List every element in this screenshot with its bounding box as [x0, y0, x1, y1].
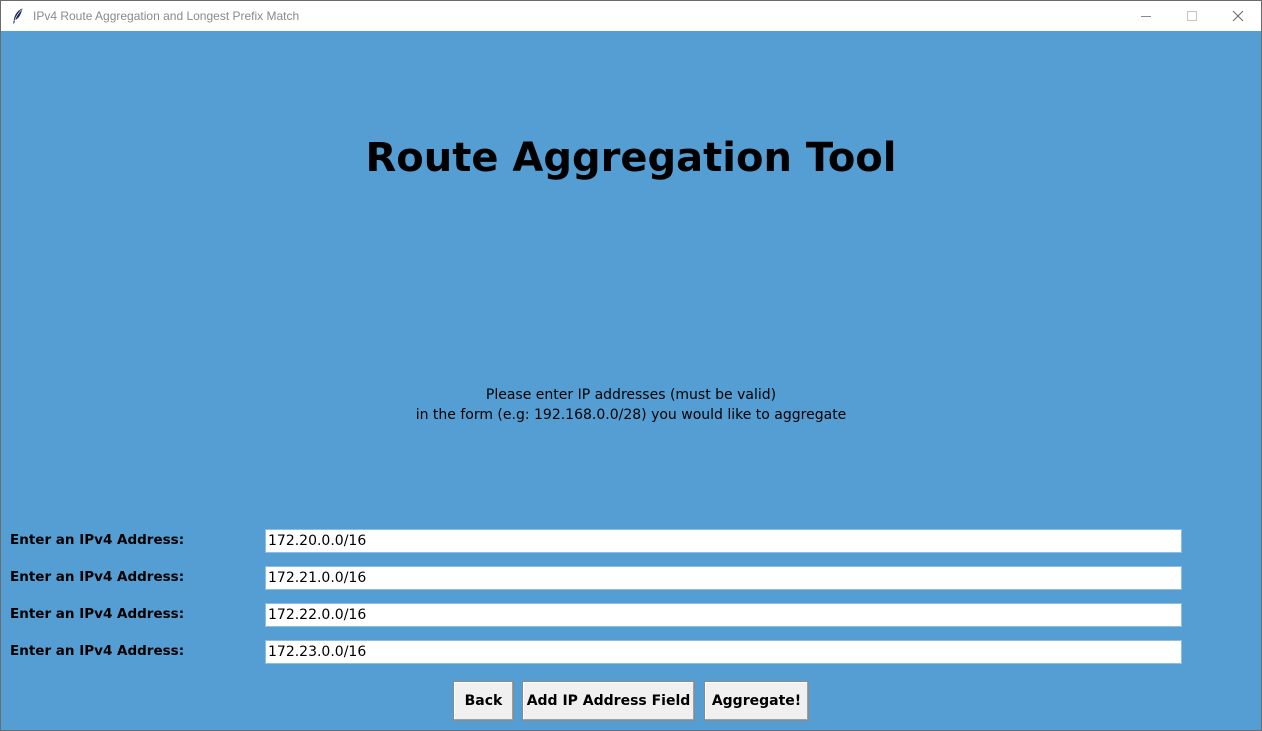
ip-address-label: Enter an IPv4 Address: — [10, 532, 185, 548]
window-controls — [1123, 1, 1261, 31]
add-ip-field-button[interactable]: Add IP Address Field — [522, 681, 695, 721]
minimize-icon — [1141, 16, 1151, 17]
ip-address-input[interactable] — [265, 566, 1182, 590]
ip-address-label: Enter an IPv4 Address: — [10, 643, 185, 659]
ip-address-label: Enter an IPv4 Address: — [10, 569, 185, 585]
ip-address-input[interactable] — [265, 603, 1182, 627]
title-bar[interactable]: IPv4 Route Aggregation and Longest Prefi… — [1, 1, 1261, 31]
close-icon — [1232, 10, 1244, 22]
window-title: IPv4 Route Aggregation and Longest Prefi… — [33, 9, 300, 23]
app-window: IPv4 Route Aggregation and Longest Prefi… — [0, 0, 1262, 731]
ip-address-row: Enter an IPv4 Address: — [1, 603, 1261, 627]
maximize-button[interactable] — [1169, 1, 1215, 31]
ip-address-row: Enter an IPv4 Address: — [1, 529, 1261, 553]
page-title: Route Aggregation Tool — [365, 135, 897, 181]
aggregate-button[interactable]: Aggregate! — [704, 681, 809, 721]
close-button[interactable] — [1215, 1, 1261, 31]
minimize-button[interactable] — [1123, 1, 1169, 31]
instructions-line-1: Please enter IP addresses (must be valid… — [485, 387, 777, 403]
instructions-text: Please enter IP addresses (must be valid… — [1, 385, 1261, 425]
ip-address-label: Enter an IPv4 Address: — [10, 606, 185, 622]
ip-address-row: Enter an IPv4 Address: — [1, 566, 1261, 590]
ip-address-input[interactable] — [265, 529, 1182, 553]
ip-address-input[interactable] — [265, 640, 1182, 664]
instructions-line-2: in the form (e.g: 192.168.0.0/28) you wo… — [415, 407, 847, 423]
ip-address-row: Enter an IPv4 Address: — [1, 640, 1261, 664]
feather-icon — [11, 7, 25, 25]
maximize-icon — [1187, 11, 1197, 21]
back-button[interactable]: Back — [453, 681, 514, 721]
